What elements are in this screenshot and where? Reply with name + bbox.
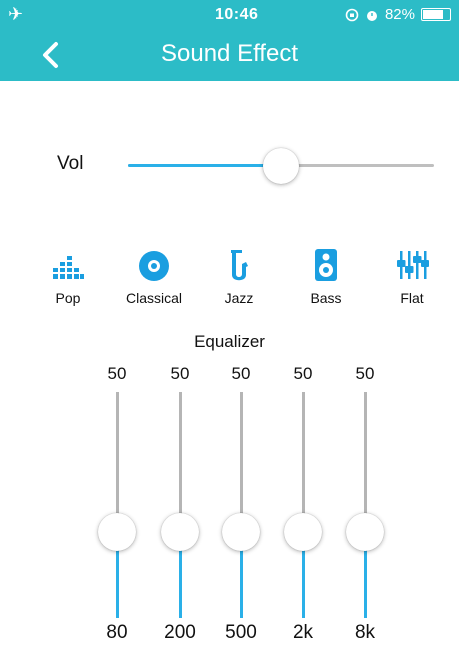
eq-band-value: 50 [231,364,251,383]
eq-band-thumb[interactable] [161,513,199,551]
eq-band-thumb[interactable] [222,513,260,551]
eq-band-2k[interactable]: 50 2k [273,364,333,647]
page-title: Sound Effect [161,40,298,67]
status-time: 10:46 [215,6,259,23]
equalizer-title: Equalizer [194,332,265,351]
saxophone-icon [231,250,248,281]
eq-band-value: 50 [355,364,375,383]
eq-band-track [116,392,119,532]
eq-band-200[interactable]: 50 200 [150,364,210,647]
preset-bass[interactable]: Bass [281,248,371,306]
airplane-icon: ✈ [8,4,24,24]
battery-icon [421,8,451,21]
eq-band-value: 50 [107,364,127,383]
eq-band-thumb[interactable] [98,513,136,551]
eq-band-value: 50 [293,364,313,383]
eq-band-track [179,392,182,532]
preset-label-bass: Bass [310,290,342,306]
eq-band-value: 50 [170,364,190,383]
preset-classical[interactable]: Classical [109,248,199,306]
eq-band-track [240,392,243,532]
eq-band-80[interactable]: 50 80 [87,364,147,647]
header-bar: ✈ 10:46 82% Sound Effect [0,0,459,81]
alarm-icon [366,10,377,21]
preset-label-classical: Classical [125,290,182,306]
preset-label-jazz: Jazz [224,290,254,306]
eq-band-frequency: 8k [354,622,376,643]
bars-icon [53,256,84,279]
eq-band-500[interactable]: 50 500 [211,364,271,647]
preset-label-flat: Flat [400,290,424,306]
status-right: 82% [345,6,451,23]
preset-flat[interactable]: Flat [367,248,457,306]
sliders-icon [397,251,429,279]
lock-rotation-icon [345,8,359,21]
volume-label: Vol [57,153,84,174]
eq-band-thumb[interactable] [346,513,384,551]
speaker-icon [315,249,337,281]
preset-pop[interactable]: Pop [23,248,113,306]
volume-slider-thumb[interactable] [263,148,299,184]
eq-band-8k[interactable]: 50 8k [335,364,395,647]
volume-slider-fill [128,164,281,167]
preset-jazz[interactable]: Jazz [194,248,284,306]
eq-band-thumb[interactable] [284,513,322,551]
sound-effect-screen: ✈ 10:46 82% Sound Effect Vol Pop Classic… [0,0,459,647]
preset-label-pop: Pop [55,290,81,306]
volume-slider[interactable] [128,148,434,184]
battery-percent: 82% [384,6,415,23]
status-bar: ✈ 10:46 82% [0,0,459,30]
disc-icon [139,251,169,281]
eq-band-track [364,392,367,532]
eq-band-track [302,392,305,532]
